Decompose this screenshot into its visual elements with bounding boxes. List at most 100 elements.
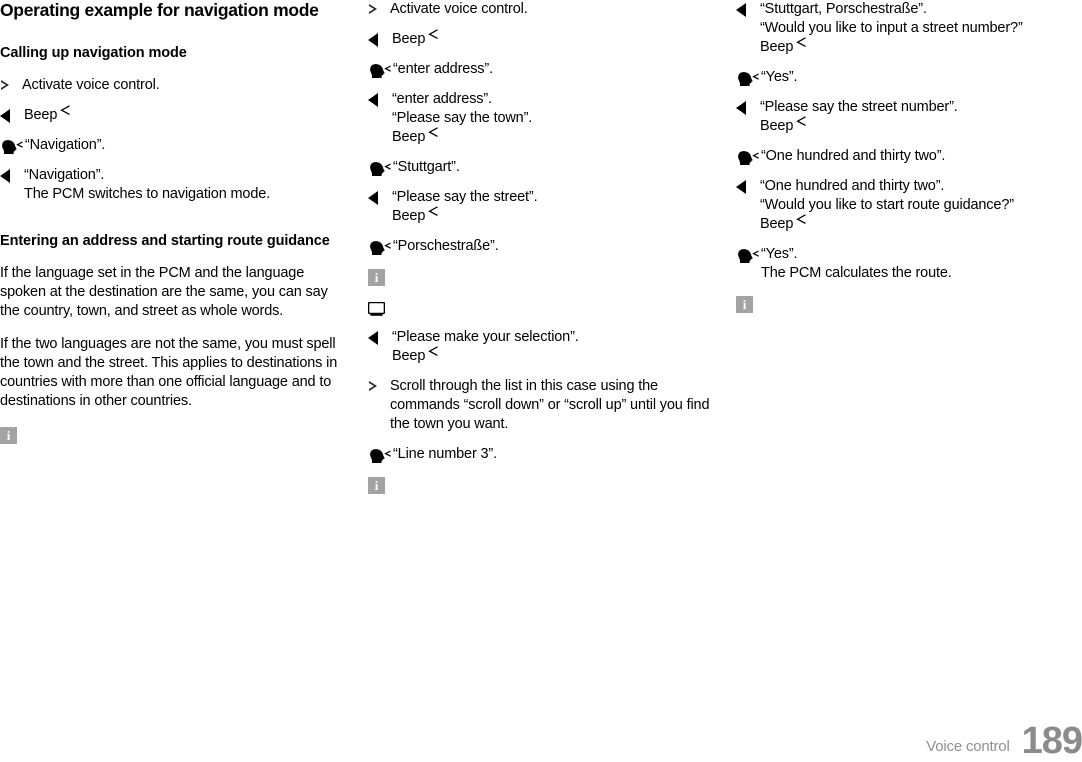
column-one: Operating example for navigation mode Ca… [0,0,346,507]
info-note-unique-identification: i [368,267,714,286]
footer-page-number: 189 [1021,720,1082,762]
step-text: Activate voice control. [390,1,528,17]
steps-list-calling-up: Activate voice control. Beep “Navigation”.… [0,76,346,204]
speaker-icon [368,30,392,47]
speaking-head-icon [368,60,392,78]
sound-wave-icon [796,213,807,232]
speaking-head-icon [368,237,392,255]
speaker-icon [736,0,760,17]
system-prompt-step: “Please say the street number”. Beep [736,98,1082,136]
speaking-head-icon [736,70,760,86]
step-text: “Line number 3”. [393,446,497,462]
user-utterance-step: “Line number 3”. [368,445,714,464]
section-heading-calling-up: Calling up navigation mode [0,45,187,61]
footer-chapter-label: Voice control [926,738,1010,755]
arrow-bullet-icon [0,76,22,90]
sound-wave-icon [428,345,439,364]
system-prompt-step: “Please make your selection”. Beep [368,328,714,366]
speaker-icon [0,166,24,183]
sound-wave-icon [428,126,439,145]
speaking-head-icon [368,239,392,255]
step-text: “Yes”. [761,69,798,85]
page-footer: Voice control 189 [926,716,1082,760]
speaking-head-icon [0,136,24,154]
user-utterance-step: “enter address”. [368,60,714,79]
system-prompt-step: Beep [368,28,714,49]
user-utterance-step: “Stuttgart”. [368,158,714,177]
system-prompt-step: “enter address”. “Please say the town”. … [368,90,714,147]
sound-wave-icon [428,28,439,47]
step-text: “Navigation”. The PCM switches to naviga… [24,167,271,202]
speaker-icon [736,177,760,194]
system-prompt-step: “One hundred and thirty two”. “Would you… [736,177,1082,234]
sound-wave-icon [796,115,807,134]
arrow-bullet-icon [368,377,390,391]
step-text: “Please make your selection”. Beep [392,329,579,364]
speaker-icon [368,188,392,205]
paragraph-language-differ: If the two languages are not the same, y… [0,336,338,409]
step-text: “enter address”. “Please say the town”. … [392,91,533,145]
manual-page: Operating example for navigation mode Ca… [0,0,1082,760]
page-title: Operating example for navigation mode [0,0,319,20]
user-utterance-step: “One hundred and thirty two”. [736,147,1082,166]
step-text: “enter address”. [393,61,493,77]
step-text: “One hundred and thirty two”. “Would you… [760,178,1014,232]
speaking-head-icon [368,447,392,463]
instruction-step: Scroll through the list in this case usi… [368,377,714,434]
column-two: Activate voice control. Beep “enter addres… [368,0,714,507]
info-note-correction-command: i [368,475,714,494]
section-heading-entering-address: Entering an address and starting route g… [0,233,330,249]
sound-wave-icon [60,104,71,123]
display-monitor-icon [368,299,387,317]
system-prompt-step: “Stuttgart, Porschestraße”. “Would you l… [736,0,1082,57]
info-icon: i [368,267,390,286]
arrow-bullet-icon [368,0,390,14]
step-text: “One hundred and thirty two”. [761,148,946,164]
steps-list-address-entry: Activate voice control. Beep “enter addres… [368,0,714,256]
info-icon: i [736,294,758,313]
three-column-layout: Operating example for navigation mode Ca… [0,0,1082,507]
user-utterance-step: “Navigation”. [0,136,346,155]
sound-wave-icon [428,205,439,224]
speaker-icon [736,98,760,115]
user-utterance-step: “Yes”. The PCM calculates the route. [736,245,1082,283]
system-prompt-step: “Navigation”. The PCM switches to naviga… [0,166,346,204]
speaking-head-icon [736,68,760,86]
step-text: “Navigation”. [25,137,106,153]
speaking-head-icon [368,160,392,176]
user-utterance-step: “Yes”. [736,68,1082,87]
step-text: Scroll through the list in this case usi… [390,378,710,432]
column-three: “Stuttgart, Porschestraße”. “Would you l… [736,0,1082,507]
info-icon: i [0,425,22,444]
speaking-head-icon [736,247,760,263]
speaker-icon [0,106,24,123]
sound-wave-icon [796,36,807,55]
speaking-head-icon [368,158,392,176]
step-text: “Please say the street”. Beep [392,189,538,224]
speaking-head-icon [736,147,760,165]
info-note-route-guidance-preset: i [0,425,346,444]
step-text: “Stuttgart, Porschestraße”. “Would you l… [760,1,1023,55]
instruction-step: Activate voice control. [368,0,714,19]
step-text: “Stuttgart”. [393,159,460,175]
step-text: “Please say the street number”. Beep [760,99,958,134]
step-text: Activate voice control. [22,77,160,93]
speaking-head-icon [368,62,392,78]
speaking-head-icon [736,149,760,165]
step-text: Beep [24,104,71,125]
instruction-step: Activate voice control. [0,76,346,95]
speaker-icon [368,90,392,107]
speaking-head-icon [0,138,24,154]
info-note-town-centre-guidance: i [736,294,1082,313]
speaking-head-icon [736,245,760,263]
user-utterance-step: “Porschestraße”. [368,237,714,256]
display-note-list-shown [368,299,714,317]
step-text: “Porschestraße”. [393,238,499,254]
steps-list-selection: “Please make your selection”. Beep Scroll… [368,328,714,464]
step-text: Beep [392,28,439,49]
step-text: “Yes”. The PCM calculates the route. [761,246,952,281]
speaking-head-icon [368,445,392,463]
paragraph-language-match: If the language set in the PCM and the l… [0,265,328,319]
speaker-icon [368,328,392,345]
system-prompt-step: Beep [0,104,346,125]
